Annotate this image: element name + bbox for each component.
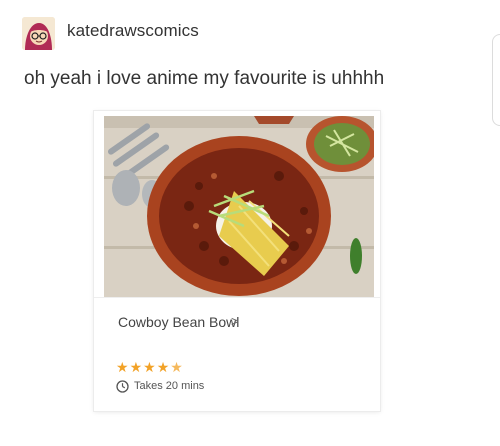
star-icon: ★ [116, 359, 129, 375]
avatar[interactable] [22, 17, 55, 50]
username-link[interactable]: katedrawscomics [67, 21, 199, 41]
cook-time: Takes 20 mins [134, 380, 205, 392]
star-icon: ★ [129, 359, 143, 375]
side-panel-tab[interactable] [492, 34, 500, 126]
recipe-photo [104, 116, 374, 297]
star-rating: ★ ★ ★ ★ ★ [116, 360, 183, 374]
avatar-icon [22, 17, 55, 50]
post-text: oh yeah i love anime my favourite is uhh… [24, 68, 385, 89]
star-half-icon: ★ [170, 359, 183, 375]
recipe-title-link[interactable]: Cowboy Bean Bowl [118, 314, 239, 330]
star-icon: ★ [143, 359, 156, 375]
clock-icon [116, 380, 129, 393]
card-divider [94, 297, 380, 298]
chevron-right-icon[interactable]: > [231, 313, 239, 329]
star-icon: ★ [156, 359, 170, 375]
